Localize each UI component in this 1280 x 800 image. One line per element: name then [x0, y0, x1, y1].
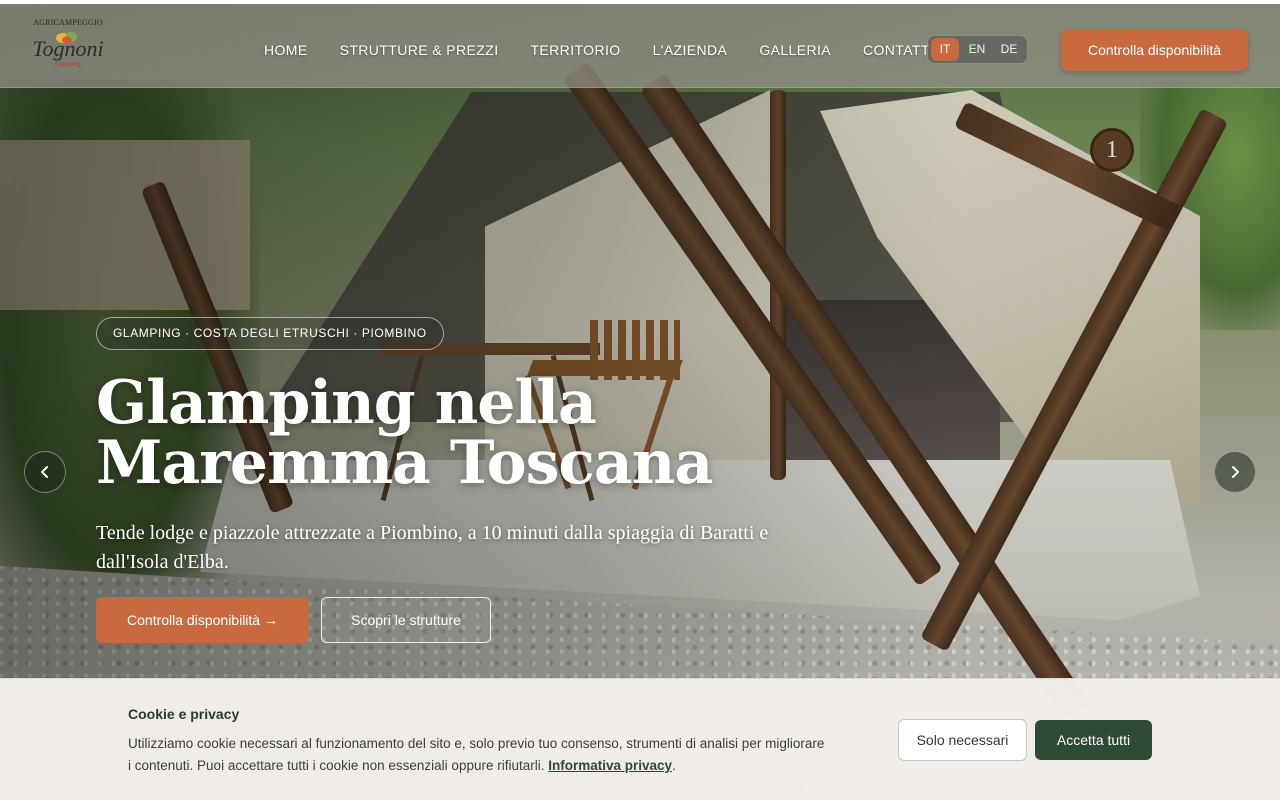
hero-title: Glamping nella Maremma Toscana [96, 373, 816, 493]
slider-next-button[interactable] [1214, 451, 1256, 493]
lang-en[interactable]: EN [963, 38, 991, 61]
hero-check-availability-button[interactable]: Controlla disponibilità → [96, 597, 309, 643]
main-nav: HOME STRUTTURE & PREZZI TERRITORIO L'AZI… [264, 42, 966, 58]
check-availability-button[interactable]: Controlla disponibilità [1061, 29, 1248, 71]
cookie-description: Utilizziamo cookie necessari al funziona… [128, 736, 825, 773]
nav-gallery[interactable]: GALLERIA [759, 42, 831, 58]
logo-top-text: AGRICAMPEGGIO [33, 18, 103, 27]
chevron-left-icon [41, 466, 48, 478]
privacy-policy-link[interactable]: Informativa privacy [548, 758, 672, 773]
only-necessary-button[interactable]: Solo necessari [898, 719, 1027, 761]
site-header: AGRICAMPEGGIO Tognoni Glamping HOME STRU… [0, 4, 1280, 88]
nav-home[interactable]: HOME [264, 42, 308, 58]
hero-title-line2: Maremma Toscana [96, 428, 713, 498]
accept-all-button[interactable]: Accetta tutti [1035, 720, 1152, 760]
logo-name: Tognoni [32, 36, 104, 61]
hero-subtitle: Tende lodge e piazzole attrezzate a Piom… [96, 522, 769, 573]
logo-subtext: Glamping [55, 62, 81, 68]
cookie-title: Cookie e privacy [128, 706, 240, 722]
cookie-text: Utilizziamo cookie necessari al funziona… [128, 733, 828, 777]
nav-contacts[interactable]: CONTATTI [863, 42, 934, 58]
nav-company[interactable]: L'AZIENDA [653, 42, 728, 58]
hero-tagline-pill: GLAMPING · COSTA DEGLI ETRUSCHI · PIOMBI… [96, 317, 444, 350]
nav-territory[interactable]: TERRITORIO [530, 42, 620, 58]
slider-prev-button[interactable] [24, 451, 66, 493]
discover-structures-button[interactable]: Scopri le strutture [321, 597, 491, 643]
language-switcher: IT EN DE [927, 35, 1028, 64]
cookie-banner: Cookie e privacy Utilizziamo cookie nece… [0, 678, 1280, 800]
site-logo[interactable]: AGRICAMPEGGIO Tognoni Glamping [32, 18, 104, 78]
cookie-text-suffix: . [672, 758, 676, 773]
nav-structures-prices[interactable]: STRUTTURE & PREZZI [340, 42, 499, 58]
lang-it[interactable]: IT [931, 38, 959, 61]
lang-de[interactable]: DE [995, 38, 1023, 61]
chevron-right-icon [1232, 466, 1239, 478]
